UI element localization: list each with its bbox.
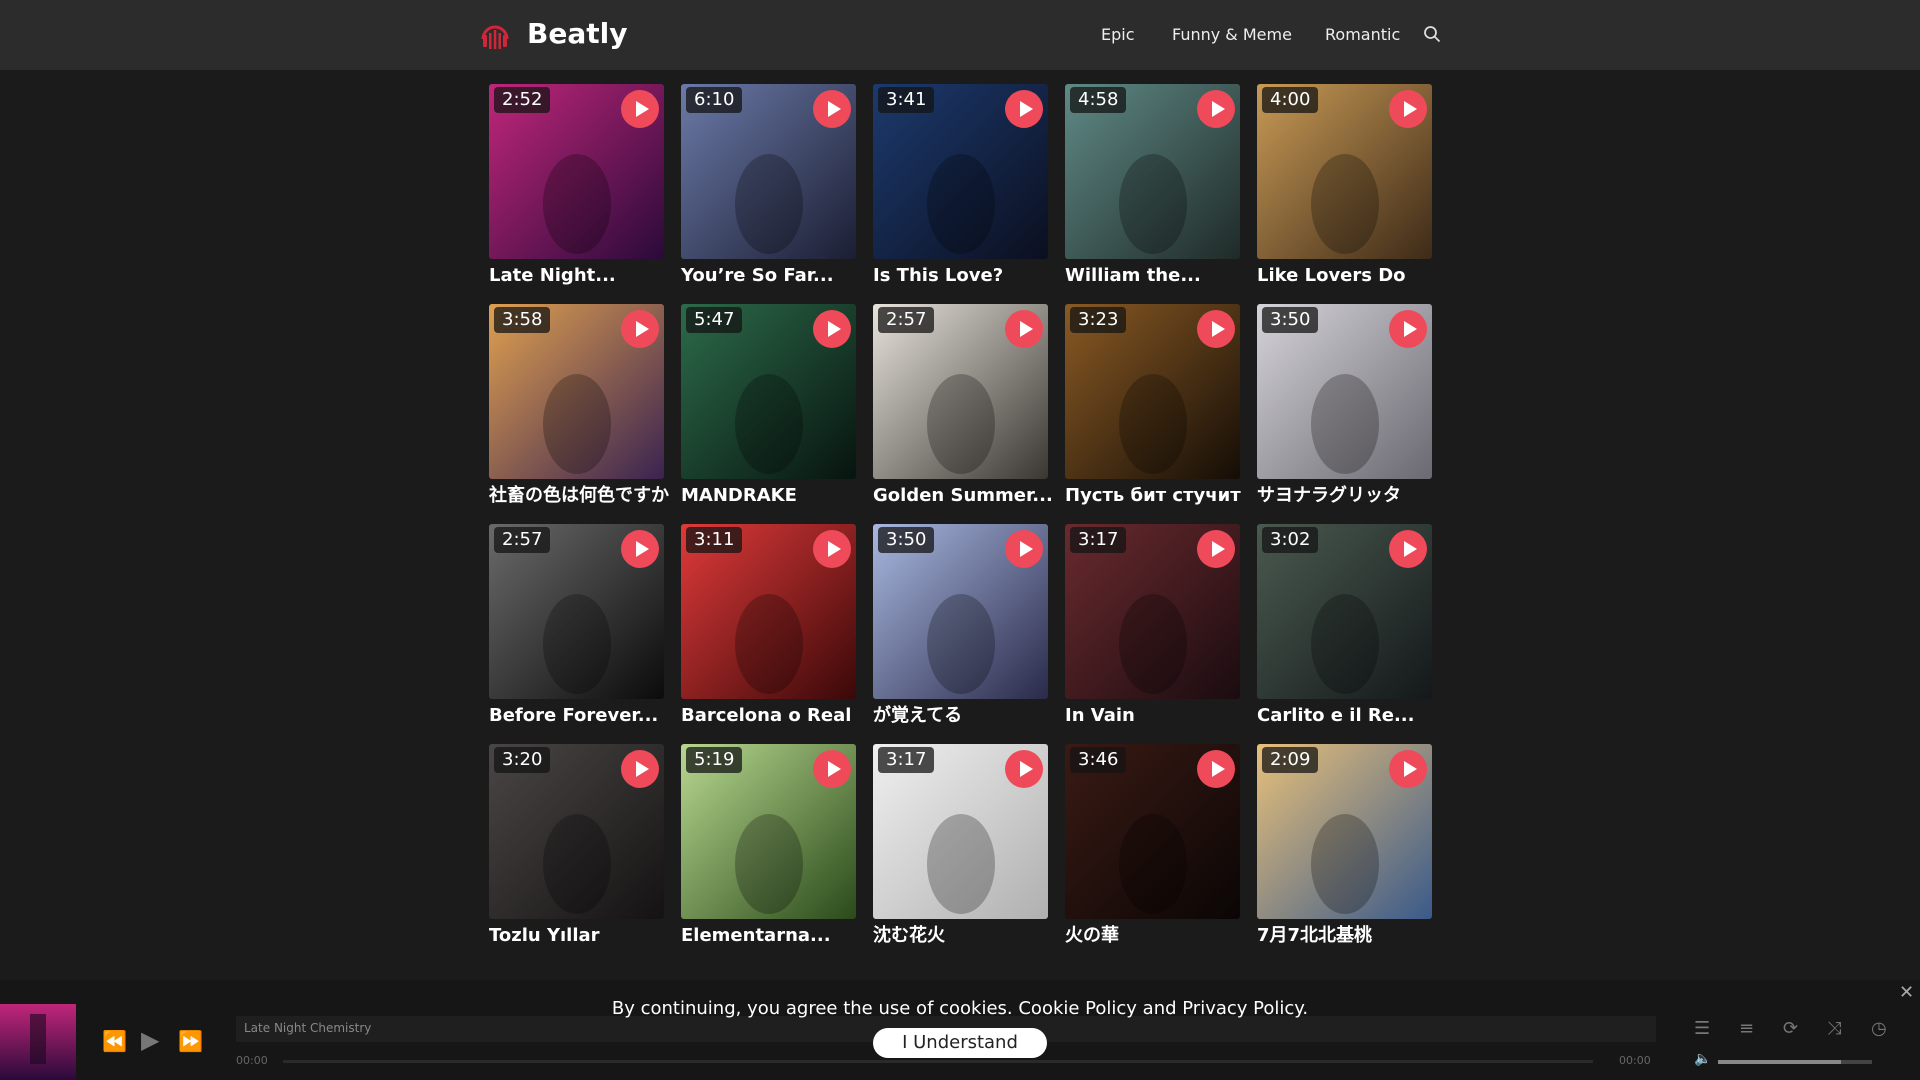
track-title[interactable]: 7月7北北基桃 [1257, 924, 1447, 948]
cookie-notice: By continuing, you agree the use of cook… [611, 998, 1309, 1019]
track-title[interactable]: William the... [1065, 264, 1255, 288]
progress-bar[interactable] [283, 1060, 1593, 1063]
track-title[interactable]: Late Night... [489, 264, 679, 288]
track-duration: 2:57 [494, 527, 551, 553]
track-title[interactable]: が覚えてる [873, 704, 1063, 728]
track-duration: 3:17 [878, 747, 935, 773]
track-title[interactable]: 火の華 [1065, 924, 1255, 948]
play-button[interactable] [1197, 310, 1235, 348]
playlist-icon[interactable]: ≡ [1739, 1018, 1754, 1039]
next-icon[interactable]: ⏩ [178, 1029, 203, 1053]
track-duration: 3:50 [1262, 307, 1319, 333]
track-duration: 3:17 [1070, 527, 1127, 553]
play-button[interactable] [621, 750, 659, 788]
track-duration: 3:46 [1070, 747, 1127, 773]
queue-icon[interactable]: ☰ [1694, 1018, 1710, 1039]
time-current: 00:00 [236, 1054, 268, 1067]
previous-icon[interactable]: ⏪ [102, 1029, 127, 1053]
play-button[interactable] [1005, 310, 1043, 348]
play-button[interactable] [1389, 530, 1427, 568]
headphones-logo-icon[interactable] [478, 17, 512, 51]
track-duration: 3:02 [1262, 527, 1319, 553]
track-title[interactable]: Like Lovers Do [1257, 264, 1447, 288]
track-title[interactable]: Пусть бит стучит [1065, 484, 1255, 508]
nav-romantic[interactable]: Romantic [1325, 24, 1400, 46]
play-button[interactable] [1197, 750, 1235, 788]
track-title[interactable]: MANDRAKE [681, 484, 871, 508]
repeat-icon[interactable]: ⟳ [1783, 1018, 1798, 1039]
brand-name[interactable]: Beatly [527, 17, 627, 51]
search-icon[interactable] [1423, 25, 1441, 43]
play-button[interactable] [813, 530, 851, 568]
track-duration: 6:10 [686, 87, 743, 113]
track-duration: 3:20 [494, 747, 551, 773]
play-button[interactable] [1389, 750, 1427, 788]
play-button[interactable] [1005, 750, 1043, 788]
play-button[interactable] [1197, 90, 1235, 128]
track-duration: 2:52 [494, 87, 551, 113]
volume-icon[interactable]: 🔈 [1694, 1051, 1711, 1067]
nav-epic[interactable]: Epic [1101, 24, 1135, 46]
play-button[interactable] [813, 750, 851, 788]
track-title[interactable]: Golden Summer... [873, 484, 1063, 508]
play-button[interactable] [813, 90, 851, 128]
track-title[interactable]: Tozlu Yıllar [489, 924, 679, 948]
track-duration: 5:19 [686, 747, 743, 773]
track-duration: 3:50 [878, 527, 935, 553]
track-duration: 3:41 [878, 87, 935, 113]
track-title[interactable]: Carlito e il Re... [1257, 704, 1447, 728]
play-button[interactable] [813, 310, 851, 348]
play-button[interactable] [1005, 530, 1043, 568]
time-total: 00:00 [1619, 1054, 1651, 1067]
track-duration: 4:58 [1070, 87, 1127, 113]
track-title[interactable]: 沈む花火 [873, 924, 1063, 948]
top-bar: Beatly Epic Funny & Meme Romantic [0, 0, 1920, 70]
volume-level [1718, 1060, 1842, 1064]
play-button[interactable] [621, 530, 659, 568]
track-duration: 3:23 [1070, 307, 1127, 333]
track-title[interactable]: Before Forever... [489, 704, 679, 728]
play-button[interactable] [1389, 90, 1427, 128]
track-duration: 5:47 [686, 307, 743, 333]
track-duration: 2:09 [1262, 747, 1319, 773]
play-icon[interactable]: ▶ [141, 1026, 159, 1054]
play-button[interactable] [621, 90, 659, 128]
play-button[interactable] [1005, 90, 1043, 128]
track-title[interactable]: 社畜の色は何色ですか [489, 484, 679, 508]
track-duration: 3:58 [494, 307, 551, 333]
track-title[interactable]: Elementarna... [681, 924, 871, 948]
track-title[interactable]: Barcelona o Real [681, 704, 871, 728]
track-title[interactable]: You’re So Far... [681, 264, 871, 288]
track-duration: 3:11 [686, 527, 743, 553]
play-button[interactable] [621, 310, 659, 348]
now-playing-title: Late Night Chemistry [244, 1021, 372, 1035]
timer-icon[interactable]: ◷ [1871, 1018, 1887, 1039]
shuffle-icon[interactable]: ⤨ [1827, 1018, 1841, 1039]
play-button[interactable] [1389, 310, 1427, 348]
track-title[interactable]: In Vain [1065, 704, 1255, 728]
play-button[interactable] [1197, 530, 1235, 568]
track-duration: 4:00 [1262, 87, 1319, 113]
track-title[interactable]: サヨナラグリッタ [1257, 484, 1447, 508]
nav-funny-meme[interactable]: Funny & Meme [1172, 24, 1292, 46]
cookie-accept-button[interactable]: I Understand [873, 1028, 1047, 1058]
track-duration: 2:57 [878, 307, 935, 333]
track-title[interactable]: Is This Love? [873, 264, 1063, 288]
